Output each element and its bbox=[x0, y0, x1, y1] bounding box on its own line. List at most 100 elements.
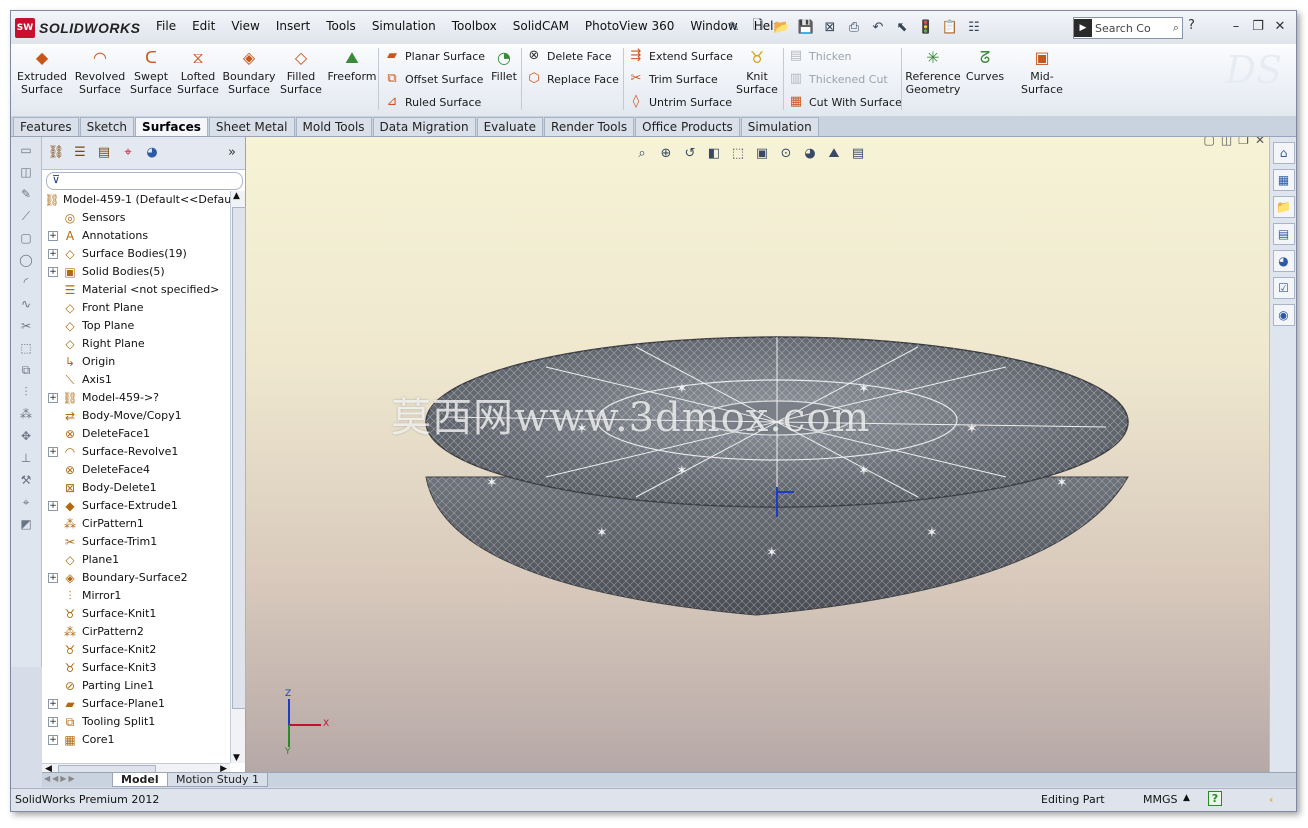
tree-item[interactable]: + ◆ Surface-Extrude1 bbox=[42, 497, 230, 515]
tab-motion-study[interactable]: Motion Study 1 bbox=[167, 773, 269, 787]
configuration-manager-tab-icon[interactable]: ▤ bbox=[94, 143, 114, 163]
scroll-thumb[interactable] bbox=[232, 207, 246, 709]
line-icon[interactable]: ⟋ bbox=[17, 207, 35, 225]
tree-item[interactable]: ⁂ CirPattern1 bbox=[42, 515, 230, 533]
tree-item[interactable]: ☰ Material <not specified> bbox=[42, 281, 230, 299]
tab-surfaces[interactable]: Surfaces bbox=[135, 117, 208, 136]
menu-file[interactable]: File bbox=[148, 19, 184, 33]
scroll-up-icon[interactable]: ▲ bbox=[233, 191, 240, 201]
mid-surface-button[interactable]: ▣ Mid-Surface bbox=[1011, 48, 1073, 96]
scroll-down-icon[interactable]: ▼ bbox=[233, 753, 240, 763]
dimxpert-tab-icon[interactable]: ⌖ bbox=[118, 143, 138, 163]
tree-item[interactable]: ◇ Front Plane bbox=[42, 299, 230, 317]
tree-item[interactable]: + ▦ Core1 bbox=[42, 731, 230, 749]
solidworks-logo[interactable]: SW SOLIDWORKS bbox=[15, 17, 140, 39]
thickened-cut-button[interactable]: ▥ Thickened Cut bbox=[787, 69, 888, 89]
boundary-surface-button[interactable]: ◈ Boundary Surface bbox=[222, 48, 276, 96]
trim-surface-button[interactable]: ✂ Trim Surface bbox=[627, 69, 718, 89]
tree-item[interactable]: ✂ Surface-Trim1 bbox=[42, 533, 230, 551]
tree-item[interactable]: + ▰ Surface-Plane1 bbox=[42, 695, 230, 713]
spline-icon[interactable]: ∿ bbox=[17, 295, 35, 313]
tree-item[interactable]: + ⧉ Tooling Split1 bbox=[42, 713, 230, 731]
tree-item[interactable]: ◇ Right Plane bbox=[42, 335, 230, 353]
extend-surface-button[interactable]: ⇶ Extend Surface bbox=[627, 46, 733, 66]
expand-toggle-icon[interactable]: + bbox=[48, 717, 58, 727]
options-icon[interactable]: ☷ bbox=[963, 17, 985, 37]
offset-icon[interactable]: ⧉ bbox=[17, 361, 35, 379]
cut-with-surface-button[interactable]: ▦ Cut With Surface bbox=[787, 92, 902, 112]
menu-view[interactable]: View bbox=[223, 19, 267, 33]
tree-item[interactable]: ◇ Top Plane bbox=[42, 317, 230, 335]
search-box[interactable]: ▶ Search Co ⌕ bbox=[1073, 17, 1183, 39]
save-icon[interactable]: 💾 bbox=[795, 17, 817, 37]
knit-surface-button[interactable]: ♉ Knit Surface bbox=[731, 48, 783, 96]
dish-model[interactable]: ✶ ✶✶ ✶✶ ✶ ✶ ✶✶ ✶ ✶ bbox=[425, 336, 1129, 616]
undo-icon[interactable]: ↶ bbox=[867, 17, 889, 37]
pattern-icon[interactable]: ⁂ bbox=[17, 405, 35, 423]
tree-item[interactable]: + ▣ Solid Bodies(5) bbox=[42, 263, 230, 281]
minimize-icon[interactable]: – bbox=[1226, 17, 1246, 35]
open-icon[interactable]: 📂 bbox=[771, 17, 793, 37]
fillet-button[interactable]: ◔ Fillet bbox=[489, 48, 519, 83]
tree-item[interactable]: ♉ Surface-Knit3 bbox=[42, 659, 230, 677]
tree-item[interactable]: + ◠ Surface-Revolve1 bbox=[42, 443, 230, 461]
menu-toolbox[interactable]: Toolbox bbox=[444, 19, 505, 33]
tab-office-products[interactable]: Office Products bbox=[635, 117, 740, 136]
tab-features[interactable]: Features bbox=[13, 117, 79, 136]
expand-toggle-icon[interactable]: + bbox=[48, 699, 58, 709]
freeform-button[interactable]: ⛰ Freeform bbox=[325, 48, 379, 83]
curves-button[interactable]: ᘔ Curves bbox=[961, 48, 1009, 83]
expand-toggle-icon[interactable]: + bbox=[48, 231, 58, 241]
tree-item[interactable]: ♉ Surface-Knit2 bbox=[42, 641, 230, 659]
expand-status-icon[interactable]: ‹ bbox=[1269, 793, 1273, 806]
menu-photoview[interactable]: PhotoView 360 bbox=[577, 19, 682, 33]
delete-face-button[interactable]: ⊗ Delete Face bbox=[525, 46, 612, 66]
expand-toggle-icon[interactable]: + bbox=[48, 249, 58, 259]
tab-scroll-icons[interactable]: ◀◀▶▶ bbox=[44, 774, 77, 783]
tree-item[interactable]: ⟍ Axis1 bbox=[42, 371, 230, 389]
tree-item[interactable]: ⫶ Mirror1 bbox=[42, 587, 230, 605]
arc-icon[interactable]: ◜ bbox=[17, 273, 35, 291]
pin-icon[interactable]: ✎ bbox=[723, 17, 745, 37]
search-icon[interactable]: ⌕ bbox=[1173, 21, 1179, 35]
filled-surface-button[interactable]: ◇ Filled Surface bbox=[274, 48, 328, 96]
tab-simulation[interactable]: Simulation bbox=[740, 117, 819, 136]
home-icon[interactable]: ⌂ bbox=[1272, 142, 1295, 164]
tree-item[interactable]: ⇄ Body-Move/Copy1 bbox=[42, 407, 230, 425]
tree-item[interactable]: ⊘ Parting Line1 bbox=[42, 677, 230, 695]
tree-item[interactable]: ◎ Sensors bbox=[42, 209, 230, 227]
tree-item[interactable]: + A Annotations bbox=[42, 227, 230, 245]
appearances-icon[interactable]: ◕ bbox=[1272, 250, 1295, 272]
print-icon[interactable]: ⎙ bbox=[843, 17, 865, 37]
expand-toggle-icon[interactable]: + bbox=[48, 267, 58, 277]
tab-data-migration[interactable]: Data Migration bbox=[372, 117, 476, 136]
reference-geometry-button[interactable]: ✳ Reference Geometry bbox=[903, 48, 963, 96]
tree-item[interactable]: + ◈ Boundary-Surface2 bbox=[42, 569, 230, 587]
swept-surface-button[interactable]: ᑕ Swept Surface bbox=[124, 48, 178, 96]
view-palette-icon[interactable]: ▤ bbox=[1272, 223, 1295, 245]
file-explorer-icon[interactable]: 📁 bbox=[1272, 196, 1295, 218]
tab-render-tools[interactable]: Render Tools bbox=[544, 117, 635, 136]
tree-item[interactable]: ◇ Plane1 bbox=[42, 551, 230, 569]
mirror-entities-icon[interactable]: ⫶ bbox=[17, 383, 35, 401]
quick-snap-icon[interactable]: ⌖ bbox=[17, 493, 35, 511]
tree-item[interactable]: ♉ Surface-Knit1 bbox=[42, 605, 230, 623]
feature-manager-tab-icon[interactable]: ⛓ bbox=[46, 143, 66, 163]
menu-solidcam[interactable]: SolidCAM bbox=[505, 19, 577, 33]
revolved-surface-button[interactable]: ◠ Revolved Surface bbox=[73, 48, 127, 96]
move-icon[interactable]: ✥ bbox=[17, 427, 35, 445]
thicken-button[interactable]: ▤ Thicken bbox=[787, 46, 852, 66]
tab-evaluate[interactable]: Evaluate bbox=[476, 117, 544, 136]
property-manager-tab-icon[interactable]: ☰ bbox=[70, 143, 90, 163]
expand-panel-icon[interactable]: » bbox=[222, 143, 242, 163]
tree-item[interactable]: ⊠ Body-Delete1 bbox=[42, 479, 230, 497]
expand-toggle-icon[interactable]: + bbox=[48, 393, 58, 403]
trim-icon[interactable]: ✂ bbox=[17, 317, 35, 335]
menu-edit[interactable]: Edit bbox=[184, 19, 223, 33]
offset-surface-button[interactable]: ⧉ Offset Surface bbox=[383, 69, 483, 89]
tree-root[interactable]: ⛓ Model-459-1 (Default<<Default> bbox=[42, 191, 230, 209]
tab-sheet-metal[interactable]: Sheet Metal bbox=[208, 117, 295, 136]
circle-icon[interactable]: ◯ bbox=[17, 251, 35, 269]
tab-model[interactable]: Model bbox=[112, 773, 168, 787]
smart-dimension-icon[interactable]: ◫ bbox=[17, 163, 35, 181]
